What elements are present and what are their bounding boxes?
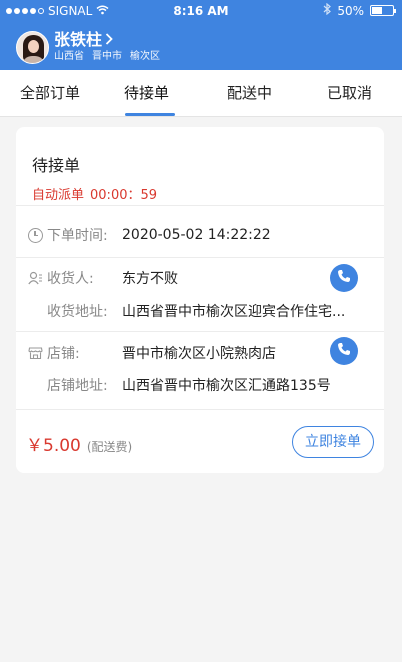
call-receiver-button[interactable] (330, 264, 358, 292)
order-time-label: 下单时间: (47, 228, 108, 244)
chevron-right-icon (105, 31, 113, 49)
store-row: 店铺: 晋中市榆次区小院熟肉店 (28, 343, 276, 363)
tab-cancelled[interactable]: 已取消 (327, 82, 372, 103)
user-district: 榆次区 (130, 50, 160, 62)
order-time-value: 2020-05-02 14:22:22 (122, 227, 271, 243)
status-bar: SIGNAL 8:16 AM 50% (0, 0, 402, 22)
user-province: 山西省 (54, 50, 84, 62)
order-card: 待接单 自动派单 00:00：59 下单时间: 2020-05-02 14:22… (16, 127, 384, 473)
receiver-label: 收货人: (47, 271, 94, 287)
user-info: 张铁柱 山西省 晋中市 榆次区 (54, 29, 160, 64)
store-address: 山西省晋中市榆次区汇通路135号 (122, 378, 331, 394)
order-time-row: 下单时间: 2020-05-02 14:22:22 (28, 225, 271, 245)
phone-icon (338, 270, 350, 282)
receiver-address: 山西省晋中市榆次区迎宾合作住宅... (122, 304, 346, 320)
clock-icon (28, 227, 43, 243)
battery-icon (370, 5, 396, 16)
app-header: SIGNAL 8:16 AM 50% 张铁柱 山西省 晋中市 榆次区 (0, 0, 402, 70)
active-tab-indicator (125, 113, 175, 116)
avatar[interactable] (16, 30, 49, 64)
receiver-address-row: 收货地址: 山西省晋中市榆次区迎宾合作住宅... (28, 301, 345, 321)
store-name: 晋中市榆次区小院熟肉店 (122, 346, 276, 362)
receiver-name: 东方不败 (122, 271, 178, 287)
store-icon (28, 346, 43, 361)
divider (16, 205, 384, 206)
call-store-button[interactable] (330, 337, 358, 365)
delivery-fee-note: (配送费) (86, 440, 133, 454)
countdown-timer: 00:00：59 (90, 188, 158, 203)
person-icon (28, 271, 43, 286)
user-profile[interactable]: 张铁柱 山西省 晋中市 榆次区 (16, 29, 160, 65)
divider (16, 257, 384, 258)
store-address-row: 店铺地址: 山西省晋中市榆次区汇通路135号 (28, 375, 331, 395)
phone-icon (338, 343, 350, 355)
receiver-row: 收货人: 东方不败 (28, 268, 178, 288)
store-address-label: 店铺地址: (47, 378, 108, 394)
auto-dispatch-label: 自动派单 (32, 188, 85, 203)
battery-percent: 50% (337, 3, 364, 18)
user-name: 张铁柱 (54, 29, 103, 49)
divider (16, 409, 384, 410)
store-label: 店铺: (47, 346, 80, 362)
bluetooth-icon (323, 2, 332, 18)
user-city: 晋中市 (92, 50, 122, 62)
receiver-address-label: 收货地址: (47, 304, 108, 320)
tab-delivering[interactable]: 配送中 (227, 82, 272, 103)
delivery-fee-amount: ￥5.00 (26, 436, 81, 456)
divider (16, 331, 384, 332)
tab-pending[interactable]: 待接单 (124, 82, 169, 103)
order-status-title: 待接单 (32, 156, 81, 175)
delivery-fee: ￥5.00 (配送费) (26, 431, 132, 456)
status-right: 50% (323, 2, 396, 18)
auto-dispatch-countdown: 自动派单 00:00：59 (32, 184, 157, 203)
user-region: 山西省 晋中市 榆次区 (54, 50, 160, 64)
order-tabs: 全部订单 待接单 配送中 已取消 (0, 70, 402, 117)
user-name-row[interactable]: 张铁柱 (54, 29, 160, 49)
accept-order-button[interactable]: 立即接单 (292, 426, 374, 458)
tab-all-orders[interactable]: 全部订单 (20, 82, 80, 103)
